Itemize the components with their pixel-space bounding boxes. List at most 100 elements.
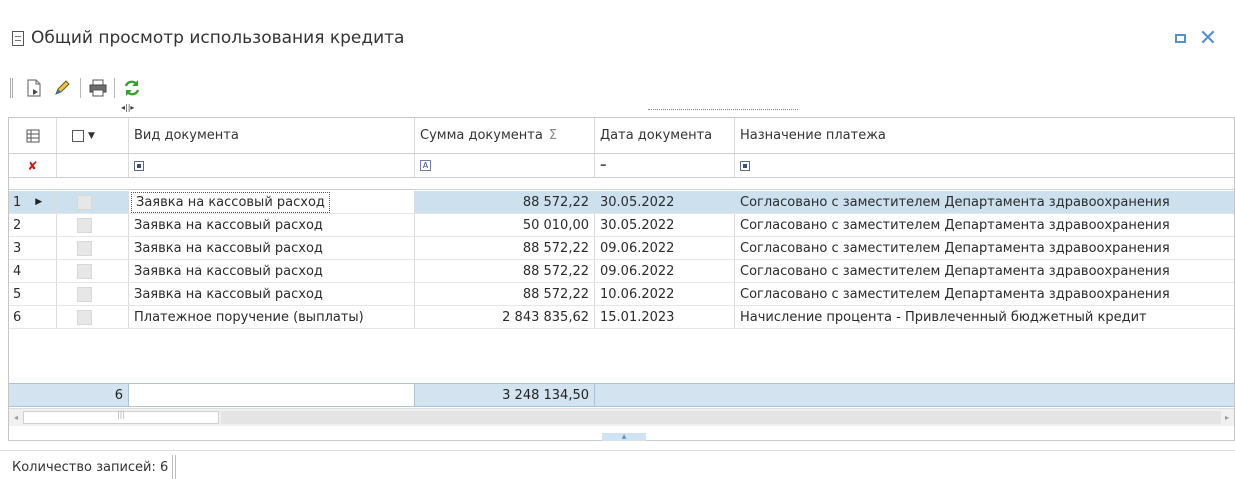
print-icon	[89, 79, 107, 97]
cell-sum[interactable]: 50 010,00	[415, 214, 595, 236]
title-bar: Общий просмотр использования кредита ✕	[0, 0, 1235, 64]
cell-vid[interactable]: Заявка на кассовый расход	[129, 260, 415, 282]
cell-date[interactable]: 09.06.2022	[595, 237, 735, 259]
cell-vid[interactable]: Платежное поручение (выплаты)	[129, 306, 415, 328]
column-header-sum[interactable]: Сумма документа Σ	[415, 118, 595, 153]
horizontal-scrollbar[interactable]: ◂ ▸	[9, 408, 1234, 426]
filter-purpose[interactable]	[735, 154, 1234, 177]
filter-date[interactable]: –	[595, 154, 735, 177]
row-checkbox-cell[interactable]	[57, 306, 129, 328]
row-checkbox-cell[interactable]	[57, 237, 129, 259]
table-row[interactable]: 3 Заявка на кассовый расход 88 572,22 09…	[9, 237, 1234, 260]
current-row-icon: ▶	[35, 197, 43, 207]
column-header-label: Сумма документа	[420, 128, 543, 143]
table-row[interactable]: 1 ▶ Заявка на кассовый расход 88 572,22 3…	[9, 191, 1234, 214]
cell-purpose[interactable]: Начисление процента - Привлеченный бюдже…	[735, 306, 1234, 328]
cell-sum[interactable]: 88 572,22	[415, 237, 595, 259]
filter-sum[interactable]: A	[415, 154, 595, 177]
table-row[interactable]: 5 Заявка на кассовый расход 88 572,22 10…	[9, 283, 1234, 306]
scroll-left-icon[interactable]: ◂	[10, 411, 22, 424]
checkbox-icon	[72, 129, 84, 142]
data-grid: ▼ Вид документа Сумма документа Σ Дата д…	[8, 117, 1235, 441]
cell-date[interactable]: 30.05.2022	[595, 191, 735, 213]
cell-vid[interactable]: Заявка на кассовый расход	[129, 283, 415, 305]
close-button[interactable]: ✕	[1196, 27, 1220, 51]
total-count: 6	[9, 384, 129, 406]
column-header-vid[interactable]: Вид документа	[129, 118, 415, 153]
column-header-label: Назначение платежа	[740, 128, 886, 143]
cell-sum[interactable]: 88 572,22	[415, 191, 595, 213]
cell-sum[interactable]: 88 572,22	[415, 260, 595, 282]
refresh-button[interactable]	[120, 76, 144, 100]
totals-row: 6 3 248 134,50	[9, 383, 1234, 407]
scroll-track[interactable]	[221, 411, 1221, 424]
toolbar-separator	[114, 78, 115, 98]
print-button[interactable]	[86, 76, 110, 100]
column-header-purpose[interactable]: Назначение платежа	[735, 118, 1234, 153]
pin-icon: ✘	[27, 158, 38, 173]
column-resize-marker: ◂||▸	[121, 103, 135, 112]
cell-vid[interactable]: Заявка на кассовый расход	[129, 191, 415, 213]
filter-cell[interactable]	[57, 154, 129, 177]
total-empty	[129, 384, 415, 406]
toolbar	[8, 75, 408, 101]
table-row[interactable]: 6 Платежное поручение (выплаты) 2 843 83…	[9, 306, 1234, 329]
row-checkbox[interactable]	[77, 309, 92, 325]
document-icon	[12, 31, 24, 46]
cell-date[interactable]: 30.05.2022	[595, 214, 735, 236]
scroll-thumb[interactable]	[23, 410, 219, 424]
cell-purpose[interactable]: Согласовано с заместителем Департамента …	[735, 191, 1234, 213]
cell-vid[interactable]: Заявка на кассовый расход	[129, 237, 415, 259]
cell-vid[interactable]: Заявка на кассовый расход	[129, 214, 415, 236]
edit-pencil-icon	[55, 80, 70, 95]
cell-date[interactable]: 09.06.2022	[595, 260, 735, 282]
column-chooser-button[interactable]	[9, 118, 57, 153]
cell-purpose[interactable]: Согласовано с заместителем Департамента …	[735, 283, 1234, 305]
cell-sum[interactable]: 2 843 835,62	[415, 306, 595, 328]
filter-operator-icon: A	[420, 160, 431, 171]
chevron-down-icon: ▼	[88, 130, 95, 141]
panel-splitter[interactable]: ▲	[8, 433, 1235, 444]
grid-spacer	[9, 178, 1234, 190]
toolbar-grip[interactable]	[10, 78, 13, 98]
status-bar: Количество записей: 6	[0, 450, 1235, 479]
clear-filter-button[interactable]: ✘	[9, 154, 57, 177]
row-checkbox[interactable]	[77, 263, 92, 279]
cell-date[interactable]: 10.06.2022	[595, 283, 735, 305]
new-document-button[interactable]	[22, 76, 46, 100]
row-checkbox[interactable]	[77, 217, 92, 233]
window-title: Общий просмотр использования кредита	[31, 28, 405, 48]
sigma-icon: Σ	[548, 128, 558, 143]
maximize-button[interactable]	[1168, 27, 1192, 51]
column-header-date[interactable]: Дата документа	[595, 118, 735, 153]
row-checkbox-cell[interactable]	[57, 214, 129, 236]
cell-purpose[interactable]: Согласовано с заместителем Департамента …	[735, 260, 1234, 282]
row-number: 1 ▶	[9, 191, 57, 213]
table-row[interactable]: 2 Заявка на кассовый расход 50 010,00 30…	[9, 214, 1234, 237]
row-checkbox-cell[interactable]	[57, 191, 129, 213]
splitter-handle[interactable]: ▲	[602, 433, 646, 441]
row-checkbox[interactable]	[77, 194, 92, 210]
cell-purpose[interactable]: Согласовано с заместителем Департамента …	[735, 237, 1234, 259]
row-number: 6	[9, 306, 57, 328]
filter-operator-icon: –	[600, 158, 607, 173]
filter-vid[interactable]	[129, 154, 415, 177]
row-checkbox-cell[interactable]	[57, 260, 129, 282]
filter-row: ✘ A –	[9, 154, 1234, 178]
grid-header: ▼ Вид документа Сумма документа Σ Дата д…	[9, 118, 1234, 154]
row-checkbox[interactable]	[77, 286, 92, 302]
cell-date[interactable]: 15.01.2023	[595, 306, 735, 328]
cell-sum[interactable]: 88 572,22	[415, 283, 595, 305]
row-checkbox[interactable]	[77, 240, 92, 256]
records-count: Количество записей: 6	[8, 455, 177, 479]
column-header-label: Вид документа	[134, 128, 239, 143]
column-header-label: Дата документа	[600, 128, 713, 143]
table-row[interactable]: 4 Заявка на кассовый расход 88 572,22 09…	[9, 260, 1234, 283]
scroll-right-icon[interactable]: ▸	[1221, 411, 1233, 424]
total-empty	[595, 384, 1234, 406]
main-window: Общий просмотр использования кредита ✕ ◂…	[0, 0, 1235, 479]
edit-button[interactable]	[50, 76, 74, 100]
cell-purpose[interactable]: Согласовано с заместителем Департамента …	[735, 214, 1234, 236]
row-checkbox-cell[interactable]	[57, 283, 129, 305]
select-all-checkbox[interactable]: ▼	[57, 118, 129, 153]
